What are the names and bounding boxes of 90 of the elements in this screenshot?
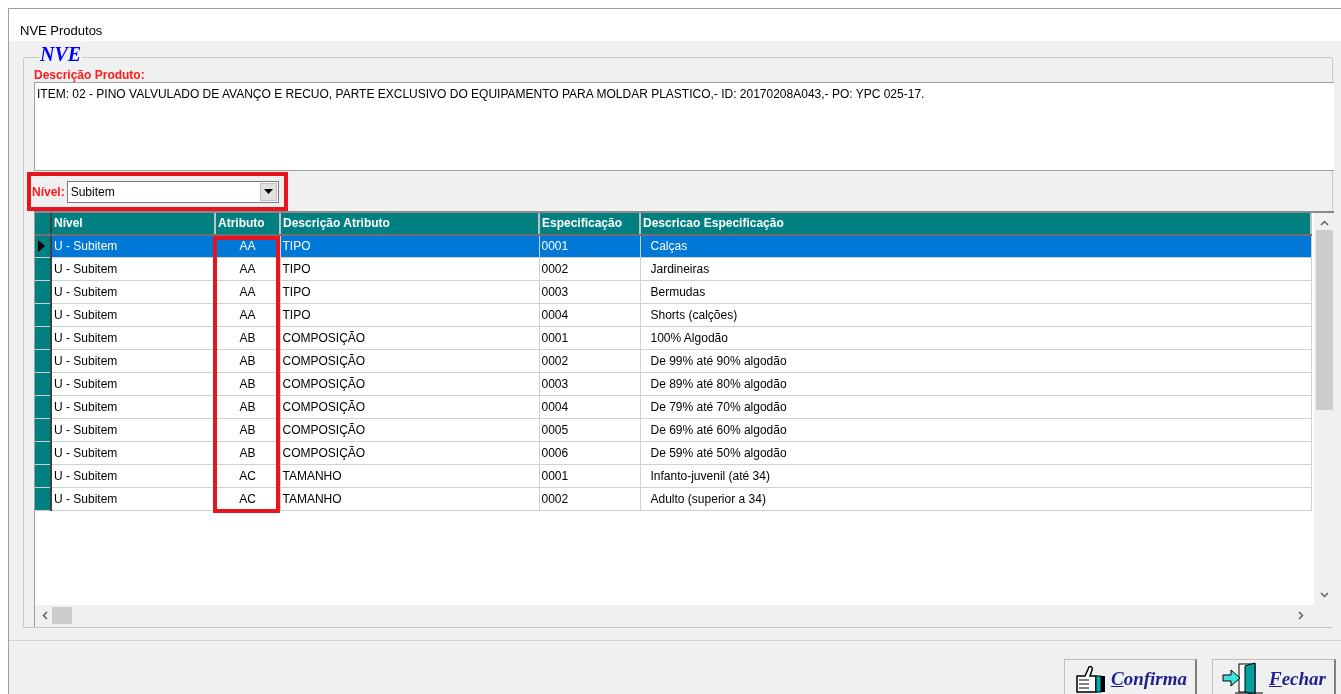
table-cell: AB	[215, 418, 280, 442]
table-cell: Jardineiras	[640, 257, 1311, 281]
table-cell: Calças	[640, 234, 1311, 258]
level-dropdown[interactable]: Subitem	[66, 180, 279, 203]
table-cell: U - Subitem	[51, 441, 215, 465]
table-cell: De 69% até 60% algodão	[640, 418, 1311, 442]
close-button[interactable]: Fechar	[1212, 658, 1336, 694]
table-cell: U - Subitem	[51, 464, 215, 488]
table-cell: 0004	[539, 395, 640, 419]
table-cell: Shorts (calções)	[640, 303, 1311, 327]
row-indicator[interactable]	[35, 257, 51, 281]
row-indicator[interactable]	[35, 395, 51, 419]
table-cell: De 59% até 50% algodão	[640, 441, 1311, 465]
dropdown-arrow-icon	[263, 189, 273, 194]
table-cell: AA	[215, 280, 280, 304]
table-cell: AC	[215, 464, 280, 488]
scroll-up-icon	[1319, 219, 1329, 226]
table-cell: U - Subitem	[51, 372, 215, 396]
table-cell: U - Subitem	[51, 418, 215, 442]
column-header[interactable]: Nível	[51, 212, 215, 235]
table-cell: TAMANHO	[280, 464, 539, 488]
table-cell: 100% Algodão	[640, 326, 1311, 350]
table-cell: COMPOSIÇÃO	[280, 441, 539, 465]
scrollbar-thumb[interactable]	[1315, 229, 1333, 410]
row-indicator[interactable]	[35, 234, 51, 258]
column-header[interactable]: Especificação	[539, 212, 640, 235]
row-indicator[interactable]	[35, 326, 51, 350]
description-field[interactable]: ITEM: 02 - PINO VALVULADO DE AVANÇO E RECUO, PARTE EXCLUSIVO DO EQUIPAMENTO PARA MOLDAR PLASTICO,- ID: 20170208A043,- PO: YPC 025-17.	[34, 81, 1334, 171]
table-cell: TIPO	[280, 257, 539, 281]
window-title: NVE Produtos	[9, 9, 1341, 41]
table-cell: 0003	[539, 372, 640, 396]
row-indicator[interactable]	[35, 441, 51, 465]
scroll-down-icon	[1319, 591, 1329, 598]
column-header[interactable]: Descricao Especificação	[640, 212, 1311, 235]
scrollbar-thumb[interactable]	[52, 607, 72, 624]
row-indicator[interactable]	[35, 418, 51, 442]
row-indicator[interactable]	[35, 464, 51, 488]
table-cell: COMPOSIÇÃO	[280, 418, 539, 442]
table-cell: TAMANHO	[280, 487, 539, 511]
table-cell: AB	[215, 326, 280, 350]
table-cell: U - Subitem	[51, 280, 215, 304]
table-cell: 0002	[539, 349, 640, 373]
table-cell: U - Subitem	[51, 326, 215, 350]
table-cell: U - Subitem	[51, 395, 215, 419]
table-cell: COMPOSIÇÃO	[280, 395, 539, 419]
table-cell: U - Subitem	[51, 257, 215, 281]
table-cell: 0004	[539, 303, 640, 327]
horizontal-scrollbar[interactable]	[35, 604, 1334, 627]
table-cell: TIPO	[280, 280, 539, 304]
confirm-button[interactable]: Confirma	[1063, 658, 1197, 694]
exit-door-icon	[1221, 661, 1265, 694]
table-cell: COMPOSIÇÃO	[280, 326, 539, 350]
table-cell: TIPO	[280, 303, 539, 327]
table-cell: 0002	[539, 257, 640, 281]
table-cell: 0003	[539, 280, 640, 304]
row-indicator[interactable]	[35, 280, 51, 304]
table-cell: AC	[215, 487, 280, 511]
table-cell: Bermudas	[640, 280, 1311, 304]
table-cell: COMPOSIÇÃO	[280, 349, 539, 373]
current-row-icon	[38, 240, 45, 253]
level-label: Nível:	[32, 183, 65, 201]
table-cell: AA	[215, 303, 280, 327]
table-cell: U - Subitem	[51, 349, 215, 373]
table-cell: AB	[215, 395, 280, 419]
table-cell: De 89% até 80% algodão	[640, 372, 1311, 396]
row-indicator[interactable]	[35, 349, 51, 373]
table-cell: U - Subitem	[51, 303, 215, 327]
table-cell: TIPO	[280, 234, 539, 258]
scroll-right-icon	[1298, 611, 1304, 620]
table-cell: AB	[215, 349, 280, 373]
table-cell: Adulto (superior a 34)	[640, 487, 1311, 511]
table-cell: 0006	[539, 441, 640, 465]
table-cell: De 79% até 70% algodão	[640, 395, 1311, 419]
scroll-left-icon	[42, 611, 48, 620]
table-cell: 0002	[539, 487, 640, 511]
column-header[interactable]: Descrição Atributo	[280, 212, 539, 235]
field-label: Descrição Produto:	[34, 67, 146, 82]
table-cell: 0001	[539, 464, 640, 488]
table-cell: 0005	[539, 418, 640, 442]
table-cell: Infanto-juvenil (até 34)	[640, 464, 1311, 488]
row-indicator[interactable]	[35, 487, 51, 511]
table-cell: AB	[215, 372, 280, 396]
row-indicator[interactable]	[35, 372, 51, 396]
table-cell: COMPOSIÇÃO	[280, 372, 539, 396]
table-cell: De 99% até 90% algodão	[640, 349, 1311, 373]
table-cell: AB	[215, 441, 280, 465]
table-cell: U - Subitem	[51, 487, 215, 511]
column-header[interactable]: Atributo	[215, 212, 280, 235]
row-indicator[interactable]	[35, 303, 51, 327]
table-cell: 0001	[539, 326, 640, 350]
